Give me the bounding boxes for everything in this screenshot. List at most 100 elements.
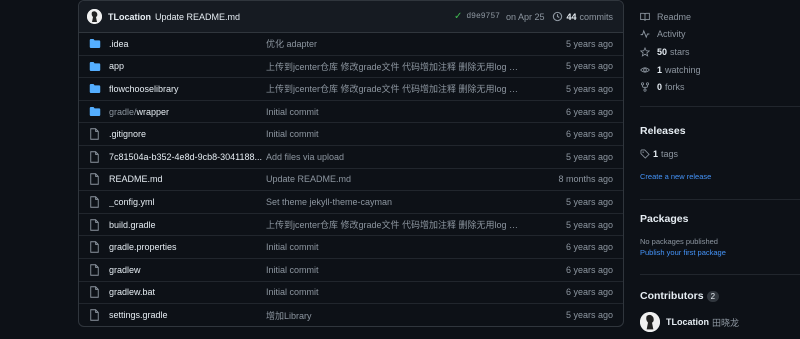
sidebar-divider [640,199,800,200]
tag-icon [640,149,650,159]
file-name[interactable]: settings.gradle [109,310,266,320]
file-name-text: gradle.properties [109,242,177,253]
file-name[interactable]: gradlew [109,265,266,275]
file-commit-age: 8 months ago [558,174,613,185]
file-icon [89,173,101,186]
author-avatar[interactable] [87,9,102,24]
file-name-text: app [109,61,125,72]
file-name[interactable]: gradle.properties [109,242,266,252]
history-icon [553,11,563,22]
file-row[interactable]: gradlew.bat Initial commit 6 years ago [79,282,623,305]
file-row[interactable]: 7c81504a-b352-4e8d-9cb8-3041188... Add fi… [79,146,623,169]
file-name-text: settings.gradle [109,310,168,321]
file-name[interactable]: gradle/wrapper [109,107,266,117]
file-row[interactable]: gradlew Initial commit 6 years ago [79,259,623,282]
file-row[interactable]: settings.gradle 增加Library 5 years ago [79,304,623,326]
file-row[interactable]: build.gradle 上传到jcenter仓库 修改grade文件 代码增加注… [79,214,623,237]
readme-label: Readme [657,12,692,22]
file-commit-age: 5 years ago [565,219,613,230]
file-name-text: gradlew.bat [109,287,156,298]
file-name-text: _config.yml [109,196,155,207]
fork-icon [640,82,650,92]
readme-link[interactable]: Readme [640,8,691,26]
file-list: .idea 优化 adapter 5 years ago app 上传到jcenter仓… [79,33,623,326]
file-commit-age: 5 years ago [565,310,613,321]
file-commit-age: 6 years ago [565,242,613,253]
file-row[interactable]: .gitignore Initial commit 6 years ago [79,123,623,146]
star-icon [640,47,650,57]
file-icon [89,151,101,163]
file-name[interactable]: _config.yml [109,197,266,207]
file-row[interactable]: gradle/wrapper Initial commit 6 years ago [79,101,623,124]
file-browser: TLocation Update README.md ✓ d9e9757 on … [78,0,624,327]
watching-label: watching [665,65,701,75]
file-name-text: README.md [109,174,163,185]
create-release-link[interactable]: Create a new release [640,172,711,181]
file-name-text: .gitignore [109,129,147,140]
contributors-title: Contributors [640,290,704,302]
file-row[interactable]: .idea 优化 adapter 5 years ago [79,33,623,56]
commit-sha[interactable]: d9e9757 [466,12,500,21]
file-commit-age: 6 years ago [565,264,613,275]
file-name[interactable]: app [109,61,266,71]
file-name[interactable]: README.md [109,174,266,184]
file-row[interactable]: app 上传到jcenter仓库 修改grade文件 代码增加注释 删除无用log… [79,56,623,79]
file-commit-message[interactable]: Initial commit [266,107,535,117]
forks-link[interactable]: 0 forks [640,78,685,96]
file-row[interactable]: README.md Update README.md 8 months ago [79,169,623,192]
forks-label: forks [665,82,685,92]
commits-history-link[interactable]: 44 commits [552,11,613,22]
file-name[interactable]: gradlew.bat [109,287,266,297]
folder-icon [89,106,101,118]
file-row[interactable]: flowchooselibrary 上传到jcenter仓库 修改grade文件 … [79,78,623,101]
contributor-item[interactable]: TLocation 田晓龙 [640,312,739,332]
watching-link[interactable]: 1 watching [640,61,701,79]
commit-author[interactable]: TLocation [108,12,151,22]
file-commit-message[interactable]: 增加Library [266,309,535,322]
file-name-text: 7c81504a-b352-4e8d-9cb8-3041188... [109,151,262,162]
file-icon [89,196,101,208]
file-commit-message[interactable]: Initial commit [266,129,535,139]
folder-icon [89,83,101,95]
file-commit-message[interactable]: Initial commit [266,287,535,297]
file-commit-message[interactable]: Add files via upload [266,152,535,162]
releases-heading[interactable]: Releases [640,125,686,137]
file-commit-message[interactable]: Initial commit [266,265,535,275]
stars-link[interactable]: 50 stars [640,43,690,61]
commit-message[interactable]: Update README.md [155,12,240,22]
contributor-avatar[interactable] [640,312,660,332]
tags-label: tags [661,149,679,159]
file-row[interactable]: _config.yml Set theme jekyll-theme-cayman… [79,191,623,214]
file-name[interactable]: flowchooselibrary [109,84,266,94]
check-icon: ✓ [453,11,463,22]
file-icon [89,286,101,299]
contributors-heading[interactable]: Contributors 2 [640,290,720,302]
commits-label: commits [579,11,614,22]
file-name-prefix: gradle/ [109,106,137,117]
file-commit-message[interactable]: Update README.md [266,174,535,184]
file-commit-age: 5 years ago [565,61,613,72]
file-name[interactable]: .gitignore [109,129,266,139]
file-commit-message[interactable]: 优化 adapter [266,37,535,50]
stars-label: stars [670,47,690,57]
file-commit-age: 6 years ago [565,129,613,140]
avatar-icon [640,312,660,332]
file-name[interactable]: .idea [109,39,266,49]
folder-icon [89,60,101,72]
file-commit-message[interactable]: 上传到jcenter仓库 修改grade文件 代码增加注释 删除无用log 依赖… [266,218,535,231]
packages-heading[interactable]: Packages [640,213,688,225]
tags-link[interactable]: 1 tags [640,149,678,159]
file-commit-message[interactable]: Set theme jekyll-theme-cayman [266,197,535,207]
file-name[interactable]: 7c81504a-b352-4e8d-9cb8-3041188... [109,152,266,162]
contributor-login[interactable]: TLocation [666,317,709,327]
file-commit-message[interactable]: Initial commit [266,242,535,252]
publish-package-link[interactable]: Publish your first package [640,248,726,257]
activity-label: Activity [657,29,686,39]
activity-link[interactable]: Activity [640,25,686,43]
file-commit-message[interactable]: 上传到jcenter仓库 修改grade文件 代码增加注释 删除无用log 依赖… [266,60,535,73]
file-name-text: gradlew [109,264,141,275]
file-name[interactable]: build.gradle [109,220,266,230]
file-commit-message[interactable]: 上传到jcenter仓库 修改grade文件 代码增加注释 删除无用log 依赖… [266,82,535,95]
commit-date: on Apr 25 [505,11,545,22]
file-row[interactable]: gradle.properties Initial commit 6 years a… [79,236,623,259]
